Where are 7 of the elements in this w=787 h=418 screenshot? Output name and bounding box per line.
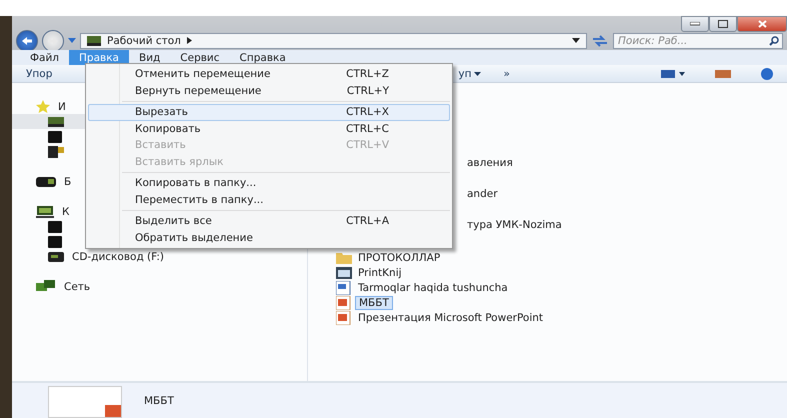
- shortcut-label: CTRL+Y: [346, 84, 389, 97]
- shortcut-label: CTRL+X: [346, 106, 389, 118]
- shortcut-label: CTRL+A: [346, 215, 389, 228]
- shortcut-label: CTRL+V: [346, 139, 389, 152]
- shortcut-label: CTRL+Z: [346, 68, 389, 80]
- shortcut-label: CTRL+C: [346, 122, 389, 135]
- file-name: МББТ: [144, 394, 174, 406]
